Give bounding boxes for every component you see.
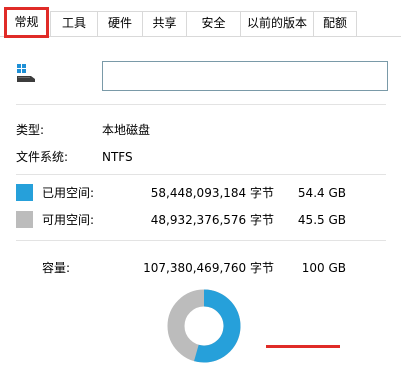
tab-quota[interactable]: 配额	[313, 11, 357, 36]
used-space-label: 已用空间:	[42, 186, 95, 200]
filesystem-value: NTFS	[102, 150, 133, 164]
filesystem-label: 文件系统:	[16, 150, 69, 164]
separator	[16, 240, 386, 241]
capacity-label: 容量:	[42, 261, 71, 275]
capacity-bytes: 107,380,469,760 字节	[143, 261, 274, 275]
free-space-swatch	[16, 211, 33, 228]
drive-name-input[interactable]	[102, 61, 388, 91]
usage-donut-chart	[167, 289, 241, 363]
tab-general[interactable]: 常规	[4, 7, 49, 38]
used-space-bytes: 58,448,093,184 字节	[150, 186, 274, 200]
separator	[16, 174, 386, 175]
free-space-bytes: 48,932,376,576 字节	[150, 213, 274, 227]
tab-strip: 工具 硬件 共享 安全 以前的版本 配额	[0, 0, 401, 36]
tab-tools[interactable]: 工具	[50, 11, 98, 36]
type-value: 本地磁盘	[102, 123, 151, 137]
separator	[16, 104, 386, 105]
used-space-swatch	[16, 184, 33, 201]
windows-drive-icon	[17, 64, 35, 82]
free-space-size: 45.5 GB	[297, 213, 346, 227]
type-label: 类型:	[16, 123, 45, 137]
capacity-size: 100 GB	[301, 261, 346, 275]
free-space-label: 可用空间:	[42, 213, 95, 227]
tab-sharing[interactable]: 共享	[142, 11, 187, 36]
tab-security[interactable]: 安全	[186, 11, 241, 36]
used-space-size: 54.4 GB	[297, 186, 346, 200]
tab-hardware[interactable]: 硬件	[97, 11, 143, 36]
tab-previous-versions[interactable]: 以前的版本	[240, 11, 314, 36]
